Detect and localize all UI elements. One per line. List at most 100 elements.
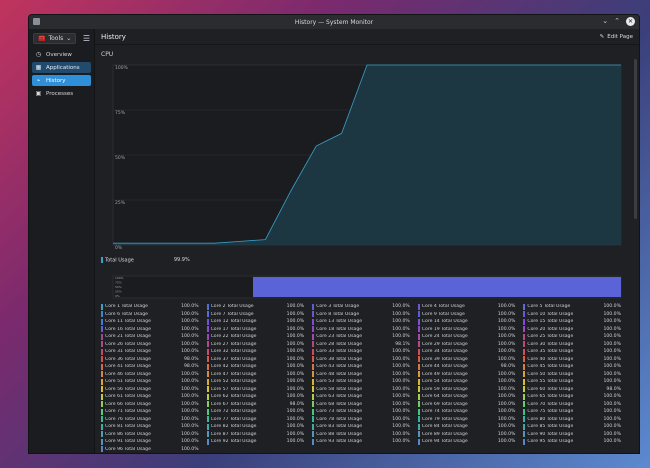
core-legend-item: Core 59 Total Usage 100.0% xyxy=(417,386,520,394)
core-usage-band xyxy=(253,277,621,297)
core-legend-item: Core 11 Total Usage 100.0% xyxy=(101,318,203,326)
legend-swatch xyxy=(417,326,420,333)
core-label: Core 89 Total Usage xyxy=(421,431,468,437)
y-tick-label: 0% xyxy=(115,245,123,251)
legend-swatch xyxy=(206,348,209,355)
tools-button[interactable]: 🧰 Tools ⌄ xyxy=(33,32,77,44)
sidebar-item-processes[interactable]: ▣ Processes xyxy=(32,88,91,99)
legend-swatch xyxy=(101,378,103,385)
sidebar-item-history[interactable]: ⌁ History xyxy=(32,75,91,86)
cpu-section-title: CPU xyxy=(101,51,114,58)
core-legend-item: Core 26 Total Usage 100.0% xyxy=(101,341,203,349)
legend-swatch xyxy=(206,408,209,415)
legend-swatch xyxy=(417,303,420,310)
core-legend-item: Core 91 Total Usage 100.0% xyxy=(101,438,203,446)
core-label: Core 23 Total Usage xyxy=(316,334,363,340)
core-label: Core 61 Total Usage xyxy=(105,394,151,400)
core-value: 100.0% xyxy=(181,334,199,340)
legend-swatch xyxy=(417,386,420,393)
core-legend-item: Core 1 Total Usage 100.0% xyxy=(101,303,203,311)
core-legend-item: Core 47 Total Usage 100.0% xyxy=(206,371,309,379)
core-legend-item: Core 57 Total Usage 100.0% xyxy=(206,386,309,394)
legend-swatch xyxy=(312,416,315,423)
core-value: 100.0% xyxy=(392,439,410,445)
core-label: Core 32 Total Usage xyxy=(210,349,257,355)
core-legend-item: Core 13 Total Usage 100.0% xyxy=(312,318,414,326)
core-legend-item: Core 67 Total Usage 98.0% xyxy=(206,401,309,409)
close-icon[interactable]: ✕ xyxy=(626,17,635,26)
core-legend-item: Core 35 Total Usage 100.0% xyxy=(523,348,625,356)
legend-swatch xyxy=(417,378,420,385)
core-label: Core 28 Total Usage xyxy=(316,341,363,347)
core-value: 100.0% xyxy=(603,326,621,332)
core-label: Core 75 Total Usage xyxy=(527,409,574,415)
core-label: Core 58 Total Usage xyxy=(316,386,363,392)
core-value: 98.0% xyxy=(184,364,199,370)
y-tick-label: 75% xyxy=(115,110,126,116)
legend-swatch xyxy=(312,341,315,348)
core-legend-item: Core 50 Total Usage 100.0% xyxy=(523,371,625,379)
core-label: Core 93 Total Usage xyxy=(316,439,363,445)
total-usage-label: Total Usage xyxy=(105,257,134,264)
core-label: Core 24 Total Usage xyxy=(421,334,468,340)
core-value: 100.0% xyxy=(181,349,199,355)
mini-y-tick-label: 100% xyxy=(115,276,124,280)
core-value: 100.0% xyxy=(286,386,305,392)
legend-swatch xyxy=(312,311,315,318)
legend-swatch xyxy=(523,341,526,348)
core-legend-item: Core 94 Total Usage 100.0% xyxy=(417,438,520,446)
mini-y-tick-label: 0% xyxy=(115,294,120,298)
legend-swatch xyxy=(101,348,103,355)
menu-icon[interactable]: ☰ xyxy=(83,34,90,43)
core-label: Core 71 Total Usage xyxy=(105,409,151,415)
legend-swatch xyxy=(523,318,526,325)
legend-swatch xyxy=(206,363,209,370)
core-label: Core 92 Total Usage xyxy=(210,439,257,445)
core-label: Core 1 Total Usage xyxy=(105,304,148,310)
core-label: Core 29 Total Usage xyxy=(421,341,468,347)
legend-swatch xyxy=(206,326,209,333)
edit-page-button[interactable]: ✎ Edit Page xyxy=(600,34,633,40)
chevron-down-icon: ⌄ xyxy=(66,34,72,42)
core-label: Core 16 Total Usage xyxy=(105,326,151,332)
core-value: 100.0% xyxy=(603,401,621,407)
core-legend-item: Core 85 Total Usage 100.0% xyxy=(523,423,625,431)
legend-swatch xyxy=(101,416,103,423)
core-label: Core 8 Total Usage xyxy=(316,311,360,317)
core-value: 100.0% xyxy=(181,394,199,400)
maximize-icon[interactable]: ⌃ xyxy=(614,17,620,26)
core-legend-item: Core 87 Total Usage 100.0% xyxy=(206,431,309,439)
core-value: 100.0% xyxy=(603,431,621,437)
core-value: 100.0% xyxy=(181,379,199,385)
core-label: Core 43 Total Usage xyxy=(316,364,363,370)
core-value: 100.0% xyxy=(392,379,410,385)
core-legend-item: Core 77 Total Usage 100.0% xyxy=(206,416,309,424)
core-value: 100.0% xyxy=(181,341,199,347)
core-value: 98.0% xyxy=(500,364,516,370)
core-value: 100.0% xyxy=(497,319,516,325)
core-legend-item: Core 24 Total Usage 100.0% xyxy=(417,333,520,341)
legend-swatch xyxy=(523,356,526,363)
core-label: Core 17 Total Usage xyxy=(210,326,257,332)
core-value: 100.0% xyxy=(497,334,516,340)
core-value: 100.0% xyxy=(497,416,516,422)
legend-swatch xyxy=(206,318,209,325)
sidebar-item-applications[interactable]: ▦ Applications xyxy=(32,62,91,73)
core-legend-item: Core 80 Total Usage 100.0% xyxy=(523,416,625,424)
core-legend-item: Core 84 Total Usage 100.0% xyxy=(417,423,520,431)
scrollbar[interactable] xyxy=(634,59,637,219)
core-legend-item: Core 14 Total Usage 100.0% xyxy=(417,318,520,326)
core-value: 100.0% xyxy=(497,379,516,385)
core-label: Core 25 Total Usage xyxy=(527,334,574,340)
legend-swatch xyxy=(523,393,526,400)
core-value: 100.0% xyxy=(603,319,621,325)
minimize-icon[interactable]: ⌄ xyxy=(602,17,608,26)
core-label: Core 80 Total Usage xyxy=(527,416,574,422)
core-label: Core 90 Total Usage xyxy=(527,431,574,437)
core-legend-item: Core 23 Total Usage 100.0% xyxy=(312,333,414,341)
core-legend-item: Core 65 Total Usage 100.0% xyxy=(523,393,625,401)
core-legend-item: Core 78 Total Usage 100.0% xyxy=(312,416,414,424)
sidebar-item-overview[interactable]: ◷ Overview xyxy=(32,49,91,60)
core-legend-item: Core 33 Total Usage 100.0% xyxy=(312,348,414,356)
core-legend-item: Core 68 Total Usage 100.0% xyxy=(312,401,414,409)
